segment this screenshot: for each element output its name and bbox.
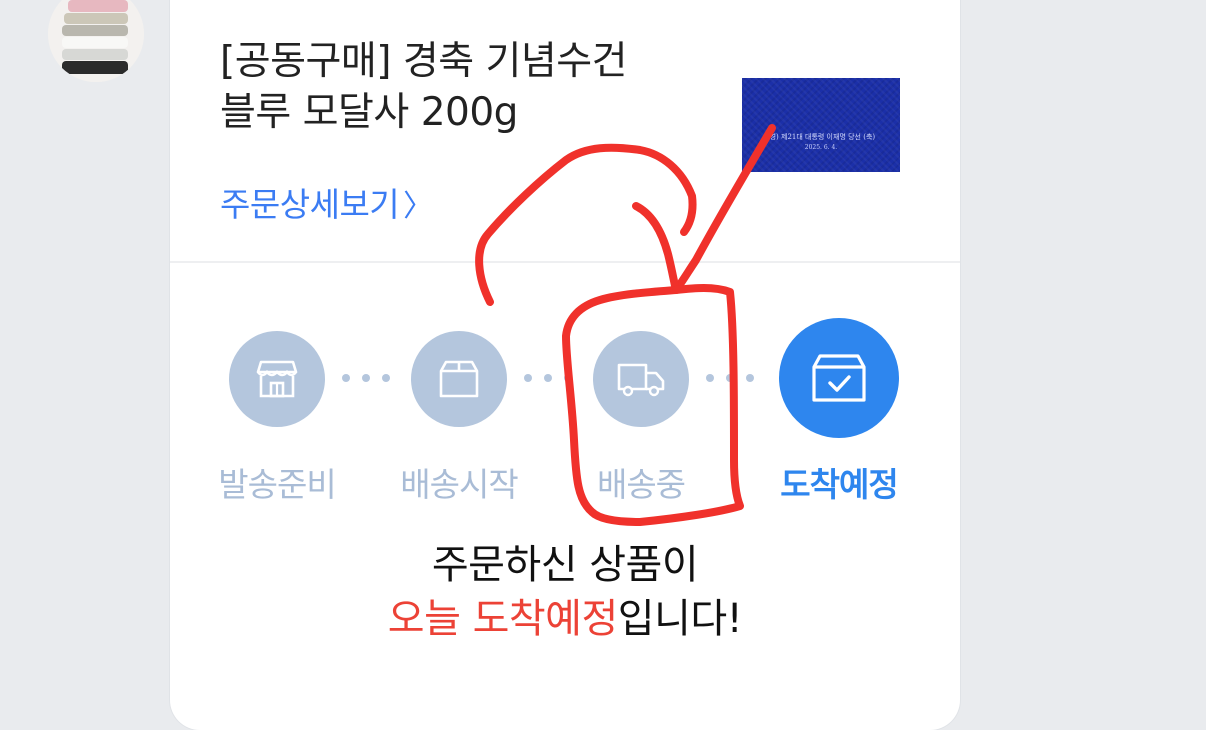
thumbnail-date: 2025. 6. 4. [804, 144, 838, 151]
order-detail-link[interactable]: 주문상세보기 〉 [220, 178, 433, 226]
step-connector-1 [342, 374, 390, 382]
product-title-line1: [공동구매] 경축 기념수건 [220, 39, 628, 84]
arrival-highlight: 오늘 도착예정 [387, 596, 619, 642]
store-icon [256, 360, 298, 398]
divider [170, 261, 960, 263]
product-thumbnail[interactable]: (경) 제21대 대통령 이재명 당선 (축) 2025. 6. 4. [742, 78, 900, 172]
chevron-right-icon: 〉 [403, 189, 433, 224]
step-connector-3 [706, 374, 754, 382]
step-4-circle [779, 318, 899, 438]
status-message: 주문하신 상품이 오늘 도착예정입니다! [170, 538, 960, 646]
step-3-circle [593, 331, 689, 427]
product-title-line2: 블루 모달사 200g [220, 90, 518, 135]
step-2-circle [411, 331, 507, 427]
status-message-suffix: 입니다! [617, 596, 743, 642]
step-4-label: 도착예정 [780, 465, 898, 504]
truck-icon [617, 363, 665, 397]
step-2-label: 배송시작 [400, 465, 518, 504]
step-connector-2 [524, 374, 572, 382]
step-3-label: 배송중 [596, 465, 686, 504]
step-1-circle [229, 331, 325, 427]
status-message-line2: 오늘 도착예정입니다! [170, 592, 960, 646]
towel-stack-image [48, 0, 144, 82]
step-1-label: 발송준비 [218, 465, 336, 504]
thumbnail-caption: (경) 제21대 대통령 이재명 당선 (축) [766, 133, 876, 141]
status-message-line1: 주문하신 상품이 [431, 542, 699, 588]
box-icon [439, 360, 479, 398]
product-title[interactable]: [공동구매] 경축 기념수건 블루 모달사 200g [220, 36, 690, 138]
order-detail-label: 주문상세보기 [220, 185, 400, 224]
seller-avatar[interactable] [48, 0, 144, 82]
order-card: [공동구매] 경축 기념수건 블루 모달사 200g 주문상세보기 〉 (경) 제… [170, 0, 960, 730]
box-check-icon [812, 354, 866, 402]
